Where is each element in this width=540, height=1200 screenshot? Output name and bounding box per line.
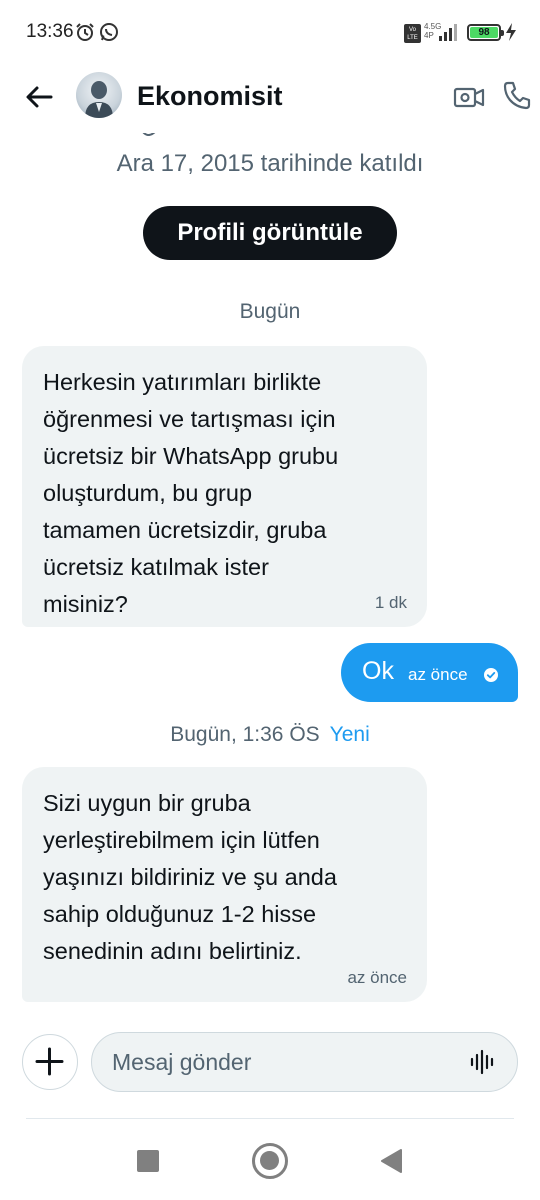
day-separator: Bugün, 1:36 ÖS Yeni (0, 723, 540, 747)
incoming-message[interactable]: Sizi uygun bir gruba yerleştirebilmem iç… (22, 767, 427, 1002)
alarm-clock-icon (76, 23, 94, 41)
add-attachment-button[interactable] (22, 1034, 78, 1090)
message-time: az önce (347, 968, 407, 987)
phone-icon[interactable] (500, 78, 534, 112)
status-time: 13:36 (26, 21, 74, 42)
day-separator-label: Bugün (239, 300, 301, 323)
avatar[interactable] (76, 72, 122, 118)
status-bar: 13:36 Vo LTE 4.5G 4P 98 (0, 0, 540, 64)
back-arrow-icon[interactable] (22, 80, 56, 114)
day-separator: Bugün (0, 300, 540, 324)
seen-check-icon (484, 668, 498, 682)
video-camera-icon[interactable] (452, 80, 486, 114)
message-text: Ok (362, 657, 394, 685)
home-button[interactable] (252, 1143, 288, 1179)
avatar-portrait-icon (85, 81, 113, 118)
message-text: Herkesin yatırımları birlikte öğrenmesi … (43, 369, 339, 617)
message-composer[interactable] (91, 1032, 518, 1092)
outgoing-message[interactable]: Ok az önce (341, 643, 518, 702)
voice-message-icon[interactable] (469, 1048, 497, 1076)
signal-icon (439, 24, 457, 41)
message-input[interactable] (112, 1043, 462, 1081)
divider (26, 1118, 514, 1119)
message-text: Sizi uygun bir gruba yerleştirebilmem iç… (43, 790, 337, 964)
whatsapp-icon (100, 23, 118, 41)
scrolled-handle-remnant (0, 128, 540, 136)
joined-date: Ara 17, 2015 tarihinde katıldı (116, 150, 424, 177)
contact-name[interactable]: Ekonomisit (137, 81, 283, 112)
day-separator-label: Bugün, 1:36 ÖS (170, 723, 320, 746)
battery-tip (501, 30, 504, 36)
message-time: az önce (408, 665, 468, 684)
view-profile-button[interactable]: Profili görüntüle (143, 206, 397, 260)
recent-apps-button[interactable] (137, 1150, 159, 1172)
new-badge: Yeni (329, 723, 370, 746)
incoming-message[interactable]: Herkesin yatırımları birlikte öğrenmesi … (22, 346, 427, 627)
handle-remnant-glyph (140, 128, 157, 136)
volte-icon: Vo LTE (404, 24, 421, 43)
message-time: 1 dk (374, 593, 407, 612)
network-sub-label: 4P (424, 31, 434, 40)
plus-icon (35, 1047, 64, 1076)
nav-back-icon[interactable] (379, 1148, 403, 1174)
battery-level: 98 (470, 27, 498, 38)
conversation-header: Ekonomisit (0, 64, 540, 128)
charging-bolt-icon (506, 23, 516, 41)
battery-icon: 98 (467, 24, 504, 41)
